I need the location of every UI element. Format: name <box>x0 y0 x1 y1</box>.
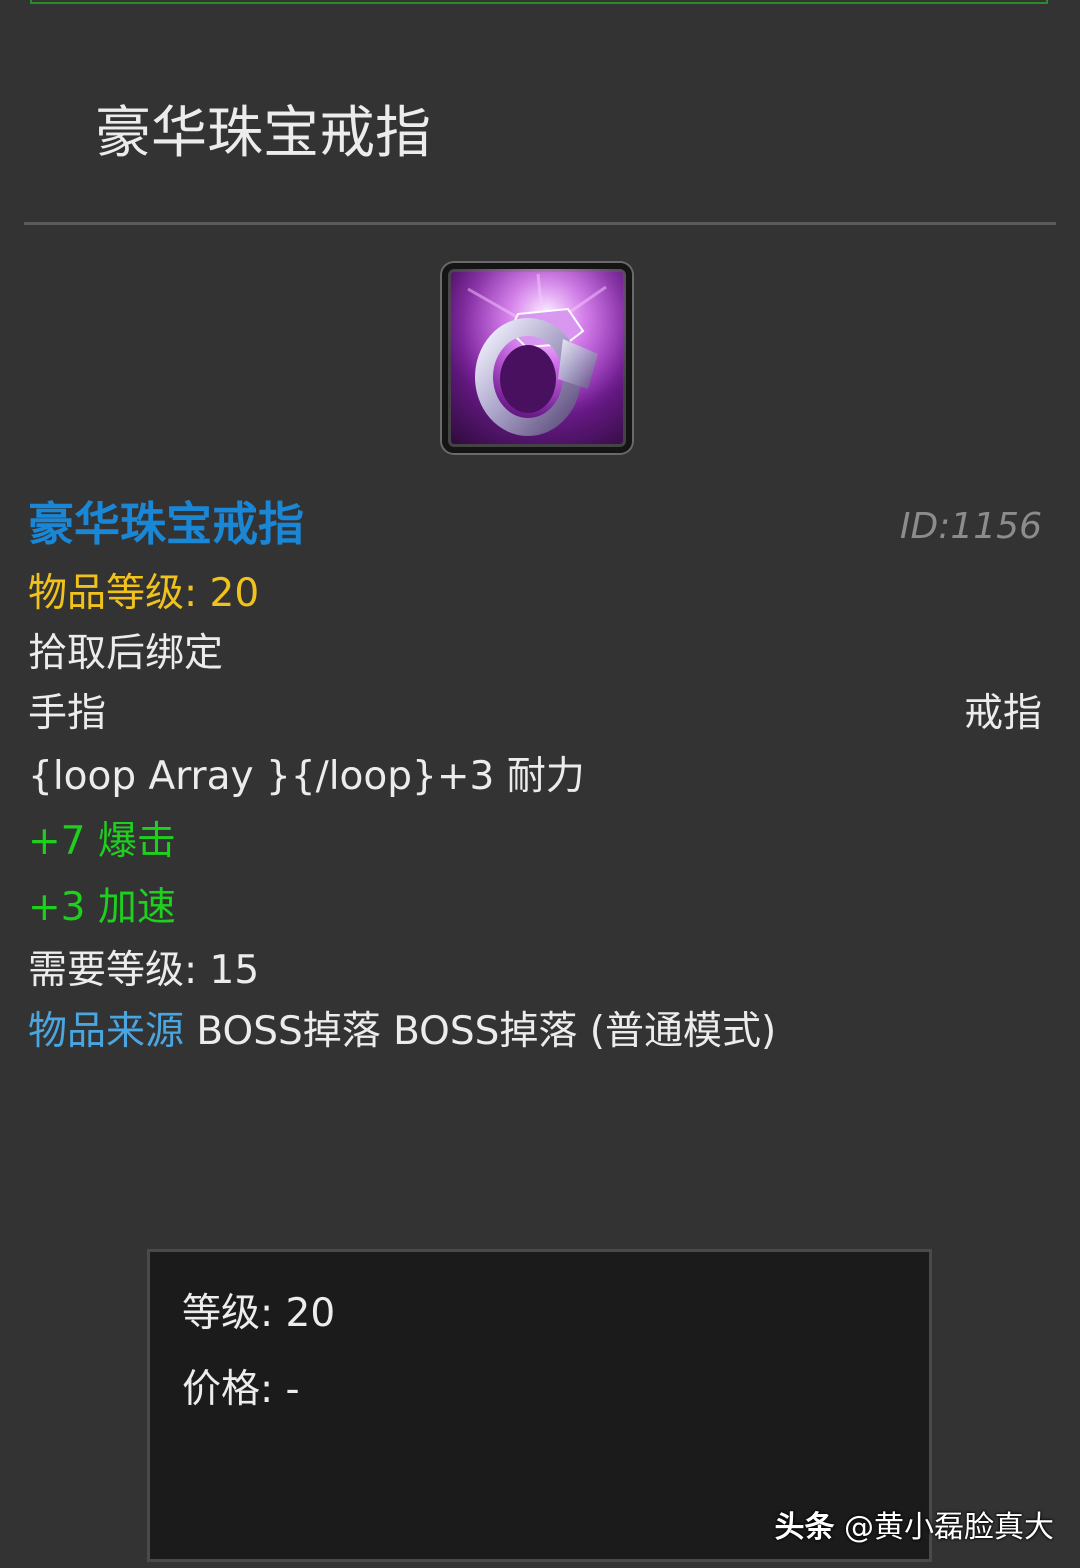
stat-stamina: {loop Array }{/loop}+3 耐力 <box>28 754 585 799</box>
divider <box>24 222 1056 225</box>
item-type: 戒指 <box>963 691 1042 736</box>
top-frame-border <box>30 0 1048 4</box>
watermark: 头条 @黄小磊脸真大 <box>774 1508 1054 1548</box>
watermark-author: @黄小磊脸真大 <box>844 1510 1054 1545</box>
item-id: ID:1156 <box>899 506 1042 547</box>
item-name[interactable]: 豪华珠宝戒指 <box>28 496 304 552</box>
stat-haste: +3 加速 <box>28 885 176 930</box>
watermark-brand: 头条 <box>774 1510 835 1545</box>
page-title: 豪华珠宝戒指 <box>95 101 431 166</box>
info-price: 价格: - <box>182 1367 300 1412</box>
source-label: 物品来源 <box>28 1009 185 1054</box>
info-level: 等级: 20 <box>182 1291 336 1336</box>
bind-type: 拾取后绑定 <box>28 631 224 676</box>
item-source: 物品来源 BOSS掉落 BOSS掉落 (普通模式) <box>28 1008 776 1056</box>
item-level: 物品等级: 20 <box>28 571 260 616</box>
purple-gem-ring-icon[interactable] <box>442 263 632 453</box>
required-level: 需要等级: 15 <box>28 948 260 993</box>
equip-slot: 手指 <box>28 691 107 736</box>
source-value: BOSS掉落 BOSS掉落 (普通模式) <box>196 1009 777 1054</box>
stat-crit: +7 爆击 <box>28 819 176 864</box>
